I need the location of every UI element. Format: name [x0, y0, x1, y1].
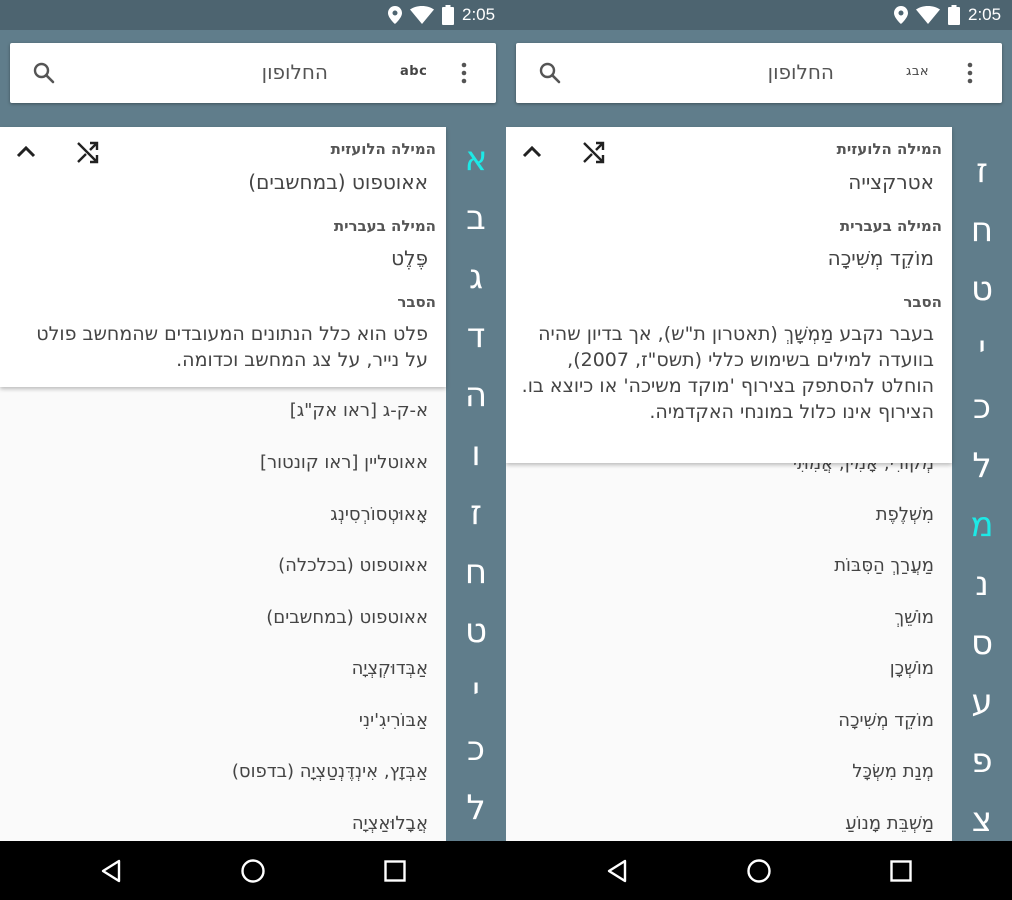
wifi-icon	[410, 6, 434, 24]
alphabet-letter[interactable]: ח	[952, 210, 1012, 250]
collapse-icon[interactable]	[519, 139, 545, 165]
list-item[interactable]: מְנַת מִשְׂכָּל	[852, 761, 934, 782]
list-item[interactable]: אאוטפוט (בכלכלה)	[278, 555, 428, 576]
wifi-icon	[916, 6, 940, 24]
list-item[interactable]: מוֹקֵד מְשִׁיכָה	[838, 710, 934, 731]
alphabet-index: ז ח ט י כ ל מ נ ס ע פ צ	[952, 127, 1012, 841]
shuffle-icon[interactable]	[581, 139, 607, 165]
battery-icon	[442, 5, 454, 25]
alphabet-letter-mem[interactable]: מ	[952, 505, 1012, 545]
search-icon[interactable]	[32, 61, 56, 85]
alphabet-letter[interactable]: ל	[952, 446, 1012, 486]
alphabet-letter[interactable]: ג	[446, 257, 506, 297]
battery-icon	[948, 5, 960, 25]
status-time: 2:05	[968, 5, 1002, 24]
search-placeholder[interactable]: החלופון	[262, 60, 328, 84]
alphabet-letter[interactable]: ס	[952, 623, 1012, 663]
alphabet-letter[interactable]: ט	[952, 269, 1012, 309]
alphabet-index: א ב ג ד ה ו ז ח ט י כ ל	[446, 127, 506, 841]
alphabet-letter[interactable]: ט	[446, 611, 506, 651]
hebrew-word-value: פֶּלֶט	[391, 246, 428, 270]
collapse-icon[interactable]	[13, 139, 39, 165]
list-item[interactable]: מוֹשְׁכָן	[890, 658, 934, 679]
back-icon[interactable]	[604, 858, 630, 884]
foreign-word-value: אטרקצייה	[848, 170, 934, 194]
list-item[interactable]: א-ק-ג [ראו אק"ג]	[290, 400, 428, 421]
alphabet-letter[interactable]: פ	[952, 741, 1012, 781]
list-item[interactable]: אַבְּדוּקְצְיָה	[352, 658, 428, 679]
recents-icon[interactable]	[382, 858, 408, 884]
location-icon	[388, 6, 402, 24]
alphabet-letter[interactable]: ה	[446, 375, 506, 415]
alphabet-letter[interactable]: כ	[446, 729, 506, 769]
home-icon[interactable]	[240, 858, 266, 884]
status-time: 2:05	[462, 5, 496, 24]
explanation-label: הסבר	[903, 293, 942, 311]
list-item[interactable]: מִשְׁלֶפֶת	[876, 504, 934, 525]
back-icon[interactable]	[98, 858, 124, 884]
term-card: המילה הלועזית אטרקצייה המילה בעברית מוֹק…	[506, 127, 952, 463]
alphabet-letter[interactable]: י	[952, 328, 1012, 368]
alphabet-letter[interactable]: צ	[952, 800, 1012, 840]
explanation-text: פלט הוא כלל הנתונים המעובדים שהמחשב פולט…	[36, 323, 428, 371]
shuffle-icon[interactable]	[75, 139, 101, 165]
alphabet-letter[interactable]: ע	[952, 682, 1012, 722]
list-item[interactable]: אָאוּטְסוֹרְסִינְג	[330, 504, 428, 525]
foreign-word-value: אאוטפוט (במחשבים)	[248, 170, 428, 194]
alphabet-letter[interactable]: ח	[446, 552, 506, 592]
list-item[interactable]: מַעֲרַךְ הַסִּבּוֹת	[834, 555, 934, 576]
alphabet-letter[interactable]: י	[446, 670, 506, 710]
list-item[interactable]: אאוטפוט (במחשבים)	[266, 607, 428, 628]
foreign-word-label: המילה הלועזית	[330, 140, 436, 158]
location-icon	[894, 6, 908, 24]
recents-icon[interactable]	[888, 858, 914, 884]
alphabet-letter[interactable]: ז	[446, 493, 506, 533]
alphabet-toggle-button[interactable]: abc	[400, 64, 427, 79]
more-vert-icon[interactable]	[958, 60, 982, 86]
hebrew-word-value: מוֹקֵד מְשִׁיכָה	[827, 246, 934, 270]
search-icon[interactable]	[538, 61, 562, 85]
term-card: המילה הלועזית אאוטפוט (במחשבים) המילה בע…	[0, 127, 446, 387]
alphabet-letter[interactable]: ו	[446, 434, 506, 474]
search-placeholder[interactable]: החלופון	[768, 60, 834, 84]
navigation-bar	[0, 841, 1012, 900]
alphabet-letter[interactable]: ב	[446, 198, 506, 238]
list-item[interactable]: מַשְׁבֵּת מָנוֹעַ	[845, 813, 934, 834]
alphabet-letter[interactable]: נ	[952, 564, 1012, 604]
list-item[interactable]: מוֹשֵׁךְ	[894, 607, 934, 628]
explanation-text: בעבר נקבע מַמְשָׁךְ (תאטרון ת"ש), אך בדי…	[521, 323, 934, 423]
alphabet-letter-aleph[interactable]: א	[446, 139, 506, 179]
alphabet-letter[interactable]: כ	[952, 387, 1012, 427]
search-bar[interactable]: החלופון אבג	[516, 43, 1002, 103]
search-bar[interactable]: החלופון abc	[10, 43, 496, 103]
left-screen: החלופון abc א-ק-ג [ראו אק"ג] אאוטליין [ר…	[0, 30, 506, 841]
right-screen: החלופון אבג מְקוֹרִי; אָמִין; אֲמִתִּי מ…	[506, 30, 1012, 841]
alphabet-toggle-button[interactable]: אבג	[906, 64, 929, 79]
status-icons-left: 2:05	[388, 0, 495, 30]
list-item[interactable]: אַבְּזָץ, אִינְדֶּנְטַצְיָה (בדפוס)	[232, 761, 428, 782]
hebrew-word-label: המילה בעברית	[333, 217, 436, 235]
explanation-label: הסבר	[397, 293, 436, 311]
status-icons-right: 2:05	[894, 0, 1001, 30]
more-vert-icon[interactable]	[452, 60, 476, 86]
list-item[interactable]: אֲבָלוּאַצְיָה	[352, 813, 428, 834]
list-item[interactable]: אאוטליין [ראו קונטור]	[260, 452, 428, 473]
alphabet-letter[interactable]: ל	[446, 788, 506, 828]
hebrew-word-label: המילה בעברית	[839, 217, 942, 235]
home-icon[interactable]	[746, 858, 772, 884]
alphabet-letter[interactable]: ד	[446, 316, 506, 356]
foreign-word-label: המילה הלועזית	[836, 140, 942, 158]
alphabet-letter[interactable]: ז	[952, 151, 1012, 191]
list-item[interactable]: אַבּוֹרִיגִ'ינִי	[359, 710, 428, 731]
status-bar: 2:05 2:05	[0, 0, 1012, 30]
